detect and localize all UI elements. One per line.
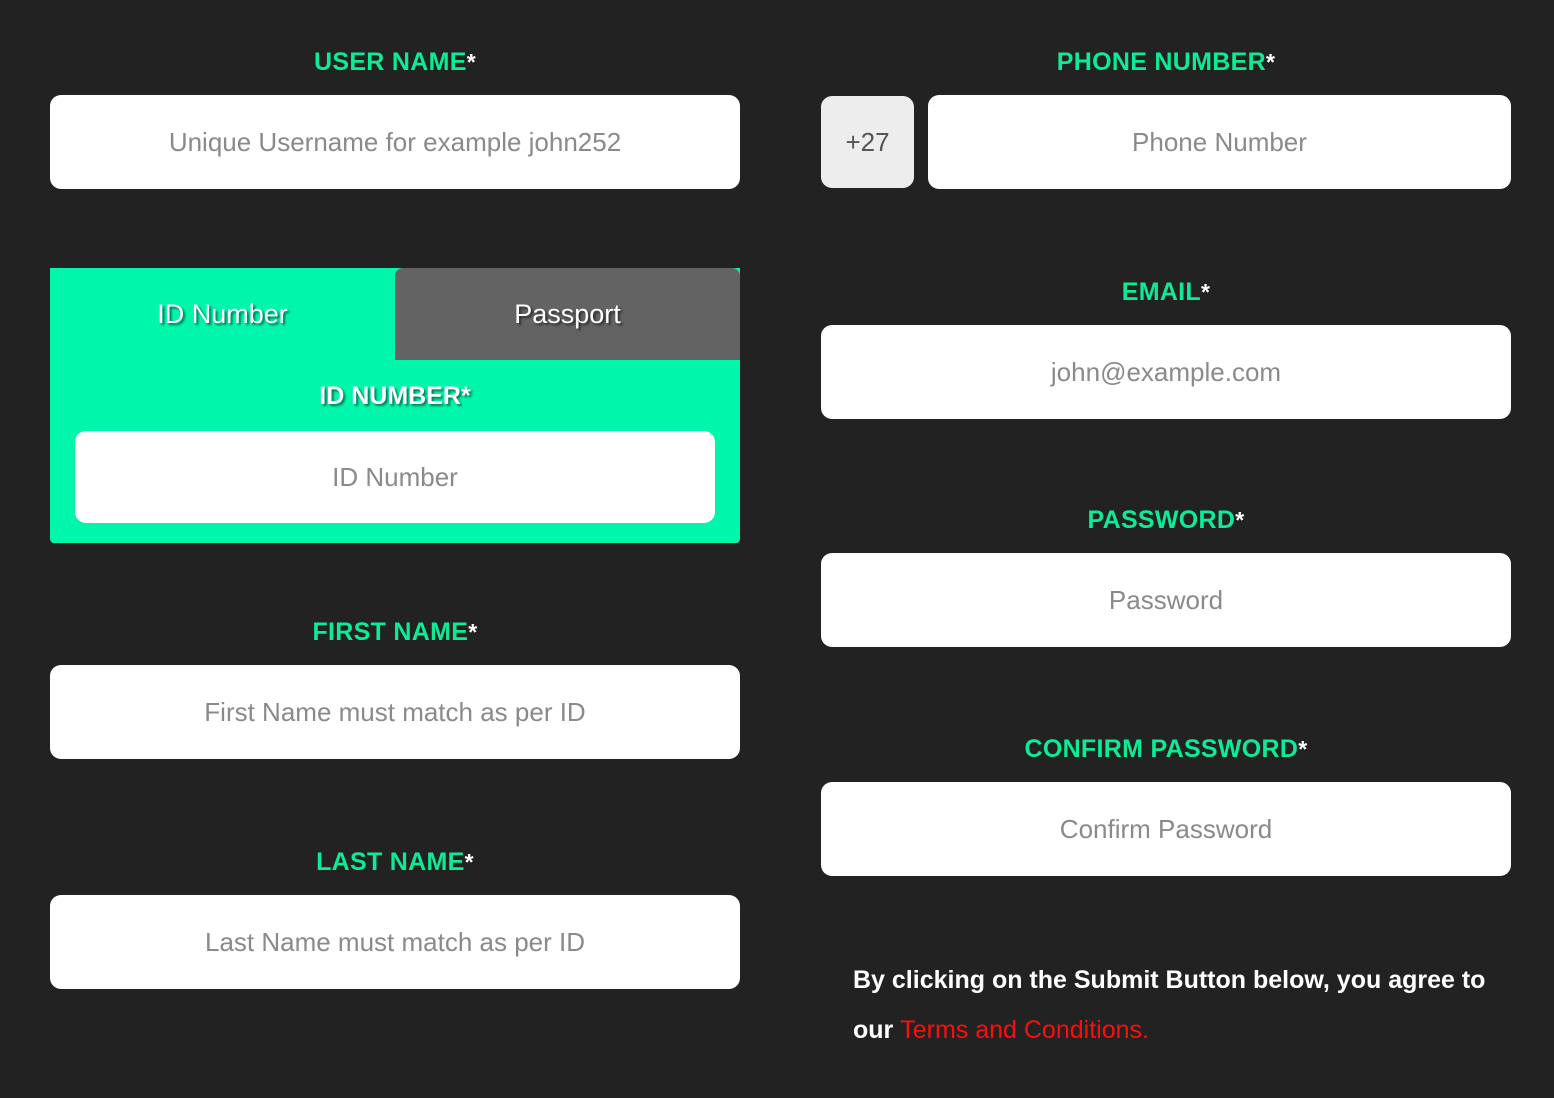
required-asterisk: * <box>460 382 471 410</box>
field-group-password: PASSWORD* <box>821 508 1511 647</box>
last-name-input[interactable] <box>50 895 740 989</box>
field-group-last-name: LAST NAME* <box>50 850 740 989</box>
email-input[interactable] <box>821 325 1511 419</box>
required-asterisk: * <box>466 49 476 75</box>
required-asterisk: * <box>1265 49 1276 75</box>
country-code-value: +27 <box>845 126 890 157</box>
registration-form-page: USER NAME* ID Number Passport ID NUMBER*… <box>0 0 1554 1098</box>
country-code-selector[interactable]: +27 <box>821 96 914 188</box>
identity-tab-panel: ID Number Passport ID NUMBER* <box>50 268 740 543</box>
first-name-label: FIRST NAME* <box>312 618 478 646</box>
confirm-password-input[interactable] <box>821 782 1511 876</box>
email-label: EMAIL* <box>1121 278 1211 306</box>
id-number-input[interactable] <box>75 431 715 523</box>
terms-and-conditions-link[interactable]: Terms and Conditions. <box>900 1016 1149 1044</box>
field-group-confirm-password: CONFIRM PASSWORD* <box>821 737 1511 876</box>
tab-passport[interactable]: Passport <box>395 268 740 360</box>
field-group-first-name: FIRST NAME* <box>50 620 740 759</box>
id-number-label: ID NUMBER* <box>319 382 471 410</box>
tab-id-number-label: ID Number <box>157 298 288 329</box>
first-name-input[interactable] <box>50 665 740 759</box>
tab-id-number[interactable]: ID Number <box>50 268 395 360</box>
field-group-email: EMAIL* <box>821 280 1511 419</box>
required-asterisk: * <box>1235 507 1245 533</box>
password-input[interactable] <box>821 553 1511 647</box>
phone-input[interactable] <box>928 95 1511 189</box>
required-asterisk: * <box>1298 736 1308 762</box>
username-input[interactable] <box>50 95 740 189</box>
confirm-password-label: CONFIRM PASSWORD* <box>1024 735 1308 763</box>
field-group-phone: PHONE NUMBER* +27 <box>821 50 1511 189</box>
password-label: PASSWORD* <box>1087 506 1245 534</box>
phone-input-row: +27 <box>821 95 1511 189</box>
last-name-label: LAST NAME* <box>316 848 474 876</box>
phone-label: PHONE NUMBER* <box>1056 48 1276 76</box>
required-asterisk: * <box>464 849 474 875</box>
username-label: USER NAME* <box>314 48 476 76</box>
tab-passport-label: Passport <box>514 298 621 329</box>
required-asterisk: * <box>1201 279 1211 305</box>
required-asterisk: * <box>468 619 478 645</box>
identity-panel-body: ID NUMBER* <box>50 360 740 548</box>
terms-notice: By clicking on the Submit Button below, … <box>853 955 1493 1055</box>
identity-tablist: ID Number Passport <box>50 268 740 360</box>
field-group-username: USER NAME* <box>50 50 740 189</box>
